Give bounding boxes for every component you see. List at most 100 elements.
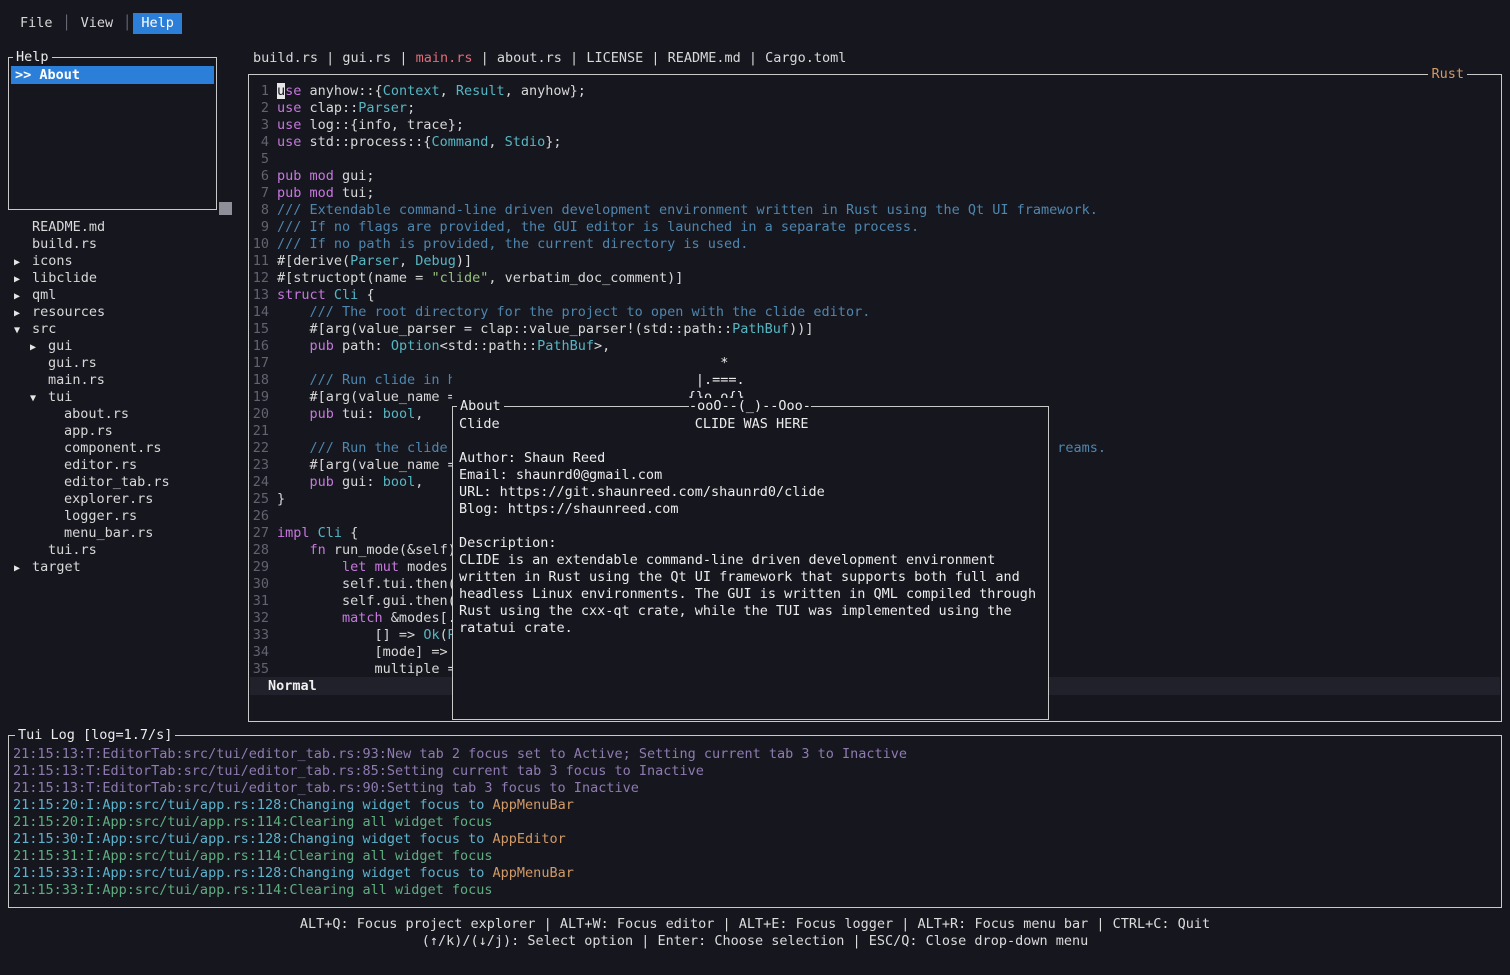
explorer-item-logger.rs[interactable]: logger.rs — [8, 508, 244, 525]
explorer-item-main.rs[interactable]: main.rs — [8, 372, 244, 389]
code-line-8[interactable]: 8 /// Extendable command-line driven deve… — [251, 202, 1499, 219]
explorer-item-label: editor.rs — [64, 457, 137, 473]
code-text: multiple = — [277, 661, 456, 678]
code-text: } — [277, 491, 285, 508]
code-text: pub path: Option<std::path::PathBuf>, — [277, 338, 610, 355]
code-line-11[interactable]: 11#[derive(Parser, Debug)] — [251, 253, 1499, 270]
code-line-14[interactable]: 14 /// The root directory for the projec… — [251, 304, 1499, 321]
scrollbar-thumb[interactable] — [219, 202, 232, 215]
explorer-item-target[interactable]: ▶target — [8, 559, 244, 576]
log-entry: 21:15:20:I:App:src/tui/app.rs:128:Changi… — [13, 797, 1501, 814]
line-number: 14 — [251, 304, 269, 321]
chevron-down-icon[interactable]: ▼ — [30, 390, 48, 407]
code-line-1[interactable]: 1use anyhow::{Context, Result, anyhow}; — [251, 83, 1499, 100]
log-entry: 21:15:33:I:App:src/tui/app.rs:114:Cleari… — [13, 882, 1501, 899]
tab-separator: | — [643, 50, 667, 66]
line-number: 8 — [251, 202, 269, 219]
chevron-right-icon[interactable]: ▶ — [14, 560, 32, 577]
chevron-right-icon[interactable]: ▶ — [30, 339, 48, 356]
tab-LICENSE[interactable]: LICENSE — [586, 50, 643, 66]
log-entry: 21:15:30:I:App:src/tui/app.rs:128:Changi… — [13, 831, 1501, 848]
chevron-right-icon[interactable]: ▶ — [14, 271, 32, 288]
chevron-down-icon[interactable]: ▼ — [14, 322, 32, 339]
line-number: 19 — [251, 389, 269, 406]
chevron-right-icon[interactable]: ▶ — [14, 305, 32, 322]
tab-about.rs[interactable]: about.rs — [497, 50, 562, 66]
code-line-4[interactable]: 4 use std::process::{Command, Stdio}; — [251, 134, 1499, 151]
code-text: struct Cli { — [277, 287, 375, 304]
explorer-item-app.rs[interactable]: app.rs — [8, 423, 244, 440]
code-line-5[interactable]: 5 — [251, 151, 1499, 168]
code-text: fn run_mode(&self) — [277, 542, 456, 559]
tab-Cargo.toml[interactable]: Cargo.toml — [765, 50, 846, 66]
explorer-item-README.md[interactable]: README.md — [8, 219, 244, 236]
line-number: 15 — [251, 321, 269, 338]
code-line-15[interactable]: 15 #[arg(value_parser = clap::value_pars… — [251, 321, 1499, 338]
language-badge: Rust — [1428, 66, 1467, 83]
code-line-12[interactable]: 12#[structopt(name = "clide", verbatim_d… — [251, 270, 1499, 287]
code-line-7[interactable]: 7pub mod tui; — [251, 185, 1499, 202]
line-number: 32 — [251, 610, 269, 627]
code-line-3[interactable]: 3use log::{info, trace}; — [251, 117, 1499, 134]
line-number: 18 — [251, 372, 269, 389]
explorer-item-resources[interactable]: ▶resources — [8, 304, 244, 321]
code-line-9[interactable]: 9/// If no flags are provided, the GUI e… — [251, 219, 1499, 236]
code-text: /// Extendable command-line driven devel… — [277, 202, 1098, 219]
explorer-item-gui.rs[interactable]: gui.rs — [8, 355, 244, 372]
explorer-item-icons[interactable]: ▶icons — [8, 253, 244, 270]
log-entry-target: AppEditor — [493, 831, 566, 847]
explorer-item-build.rs[interactable]: build.rs — [8, 236, 244, 253]
explorer-item-editor_tab.rs[interactable]: editor_tab.rs — [8, 474, 244, 491]
ascii-art-feet: -ooO--(_)--Ooo- — [689, 398, 811, 415]
explorer-item-src[interactable]: ▼src — [8, 321, 244, 338]
code-text: use log::{info, trace}; — [277, 117, 464, 134]
chevron-right-icon[interactable]: ▶ — [14, 254, 32, 271]
code-line-6[interactable]: 6pub mod gui; — [251, 168, 1499, 185]
code-line-10[interactable]: 10/// If no path is provided, the curren… — [251, 236, 1499, 253]
menu-separator: │ — [61, 15, 73, 32]
line-number: 2 — [251, 100, 269, 117]
explorer-item-component.rs[interactable]: component.rs — [8, 440, 244, 457]
line-number: 20 — [251, 406, 269, 423]
line-number: 11 — [251, 253, 269, 270]
explorer-item-label: app.rs — [64, 423, 113, 439]
code-line-13[interactable]: 13struct Cli { — [251, 287, 1499, 304]
code-text: self.gui.then( — [277, 593, 456, 610]
tab-main.rs[interactable]: main.rs — [416, 50, 473, 66]
menu-help[interactable]: Help — [133, 13, 182, 34]
line-number: 1 — [251, 83, 269, 100]
code-line-2[interactable]: 2use clap::Parser; — [251, 100, 1499, 117]
line-number: 4 — [251, 134, 269, 151]
line-number: 33 — [251, 627, 269, 644]
explorer-item-menu_bar.rs[interactable]: menu_bar.rs — [8, 525, 244, 542]
explorer-item-editor.rs[interactable]: editor.rs — [8, 457, 244, 474]
tab-gui.rs[interactable]: gui.rs — [342, 50, 391, 66]
menu-view[interactable]: View — [73, 13, 122, 34]
keybinding-help-bar: ALT+Q: Focus project explorer | ALT+W: F… — [0, 916, 1510, 950]
chevron-right-icon[interactable]: ▶ — [14, 288, 32, 305]
explorer-item-tui.rs[interactable]: tui.rs — [8, 542, 244, 559]
code-text: #[arg(value_name = — [277, 457, 456, 474]
explorer-item-libclide[interactable]: ▶libclide — [8, 270, 244, 287]
explorer-item-gui[interactable]: ▶gui — [8, 338, 244, 355]
file-explorer: README.mdbuild.rs▶icons▶libclide▶qml▶res… — [8, 219, 244, 576]
line-number: 17 — [251, 355, 269, 372]
explorer-item-tui[interactable]: ▼tui — [8, 389, 244, 406]
log-entry: 21:15:33:I:App:src/tui/app.rs:128:Changi… — [13, 865, 1501, 882]
line-number: 31 — [251, 593, 269, 610]
explorer-item-label: gui — [48, 338, 72, 354]
explorer-item-about.rs[interactable]: about.rs — [8, 406, 244, 423]
menu-item-about[interactable]: >> About — [11, 66, 214, 84]
code-text: /// The root directory for the project t… — [277, 304, 870, 321]
line-number: 22 — [251, 440, 269, 457]
line-number: 34 — [251, 644, 269, 661]
tab-build.rs[interactable]: build.rs — [253, 50, 318, 66]
tab-README.md[interactable]: README.md — [668, 50, 741, 66]
menu-file[interactable]: File — [12, 13, 61, 34]
code-text: use std::process::{Command, Stdio}; — [277, 134, 562, 151]
explorer-item-label: icons — [32, 253, 73, 269]
explorer-item-explorer.rs[interactable]: explorer.rs — [8, 491, 244, 508]
explorer-item-qml[interactable]: ▶qml — [8, 287, 244, 304]
code-text: match &modes[. — [277, 610, 456, 627]
code-line-16[interactable]: 16 pub path: Option<std::path::PathBuf>, — [251, 338, 1499, 355]
